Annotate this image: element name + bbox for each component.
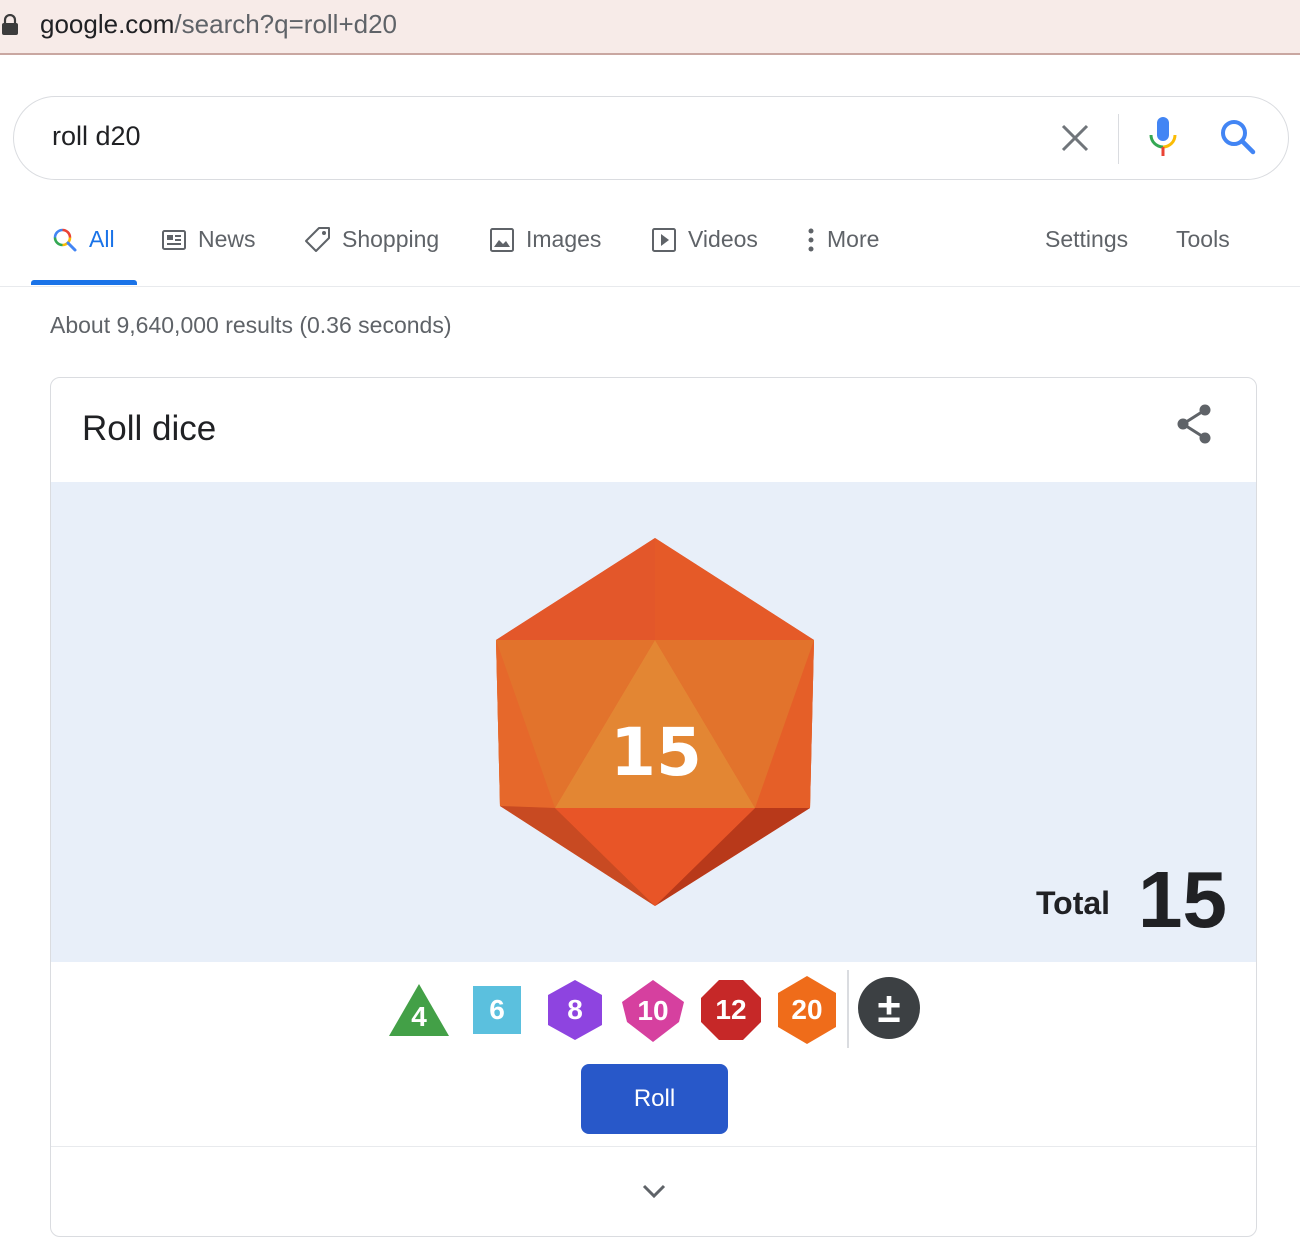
url-host: google.com xyxy=(40,9,175,39)
browser-url-bar[interactable]: google.com/search?q=roll+d20 xyxy=(0,0,1300,55)
tab-label: Shopping xyxy=(342,226,440,252)
d20-button[interactable]: 20 xyxy=(777,976,837,1044)
tab-label: Images xyxy=(526,226,602,252)
tab-videos[interactable]: Videos xyxy=(651,226,758,253)
tab-label: Videos xyxy=(688,226,758,252)
search-icon[interactable] xyxy=(1218,117,1258,157)
lock-icon xyxy=(2,14,18,35)
tab-all[interactable]: All xyxy=(52,226,115,253)
tag-icon xyxy=(305,227,330,252)
modifier-symbol: ± xyxy=(877,984,901,1031)
d10-button[interactable]: 10 xyxy=(621,980,685,1042)
active-tab-indicator xyxy=(31,280,137,285)
search-icon xyxy=(53,228,77,251)
tab-images[interactable]: Images xyxy=(489,226,601,253)
tab-more[interactable]: More xyxy=(806,226,879,253)
search-input[interactable]: roll d20 xyxy=(52,121,141,152)
tab-label: All xyxy=(89,226,115,252)
roll-button[interactable]: Roll xyxy=(581,1064,728,1134)
tab-news[interactable]: News xyxy=(161,226,256,253)
image-icon xyxy=(490,227,514,252)
die-label: 4 xyxy=(411,1001,427,1032)
total-label: Total xyxy=(1036,885,1111,921)
die-label: 12 xyxy=(715,994,747,1025)
card-title: Roll dice xyxy=(82,409,217,448)
news-icon xyxy=(162,229,186,250)
url-path: /search?q=roll+d20 xyxy=(174,9,398,39)
tab-shopping[interactable]: Shopping xyxy=(304,226,439,253)
die-label: 6 xyxy=(489,994,505,1025)
d6-button[interactable]: 6 xyxy=(473,986,521,1034)
die-label: 10 xyxy=(637,995,669,1026)
tab-label: News xyxy=(198,226,256,252)
total-value: 15 xyxy=(1138,855,1227,944)
tab-label: Tools xyxy=(1176,226,1230,252)
chevron-down-icon[interactable] xyxy=(641,1178,667,1204)
url-text[interactable]: google.com/search?q=roll+d20 xyxy=(40,9,397,40)
microphone-icon[interactable] xyxy=(1148,115,1178,159)
modifier-button[interactable]: ± xyxy=(857,976,921,1040)
play-icon xyxy=(652,227,676,252)
d4-button[interactable]: 4 xyxy=(388,982,450,1038)
search-box[interactable]: roll d20 xyxy=(13,96,1289,180)
dice-display-area[interactable]: 15 Total 15 xyxy=(51,482,1256,962)
search-box-divider xyxy=(1118,114,1119,164)
clear-icon[interactable] xyxy=(1058,121,1092,155)
card-footer-divider xyxy=(51,1146,1256,1147)
dice-roller-card: Roll dice 15 Total 15 4 6 8 10 12 20 ± R… xyxy=(50,377,1257,1237)
dice-selector: 4 6 8 10 12 20 ± xyxy=(51,968,1256,1048)
more-vert-icon xyxy=(808,228,814,251)
tab-settings[interactable]: Settings xyxy=(1045,226,1128,253)
die-label: 8 xyxy=(567,994,583,1025)
tab-label: More xyxy=(827,226,880,252)
results-stats: About 9,640,000 results (0.36 seconds) xyxy=(50,312,452,338)
d12-button[interactable]: 12 xyxy=(701,980,761,1040)
dice-row-divider xyxy=(847,970,849,1048)
d20-die-icon: 15 xyxy=(496,538,814,906)
search-tabs: All News Shopping Images Videos More Set… xyxy=(0,200,1300,287)
d20-rolled-value: 15 xyxy=(610,714,702,791)
tab-tools[interactable]: Tools xyxy=(1176,226,1230,253)
tab-label: Settings xyxy=(1045,226,1129,252)
share-icon[interactable] xyxy=(1175,402,1215,446)
d8-button[interactable]: 8 xyxy=(547,980,603,1040)
die-label: 20 xyxy=(791,994,823,1025)
